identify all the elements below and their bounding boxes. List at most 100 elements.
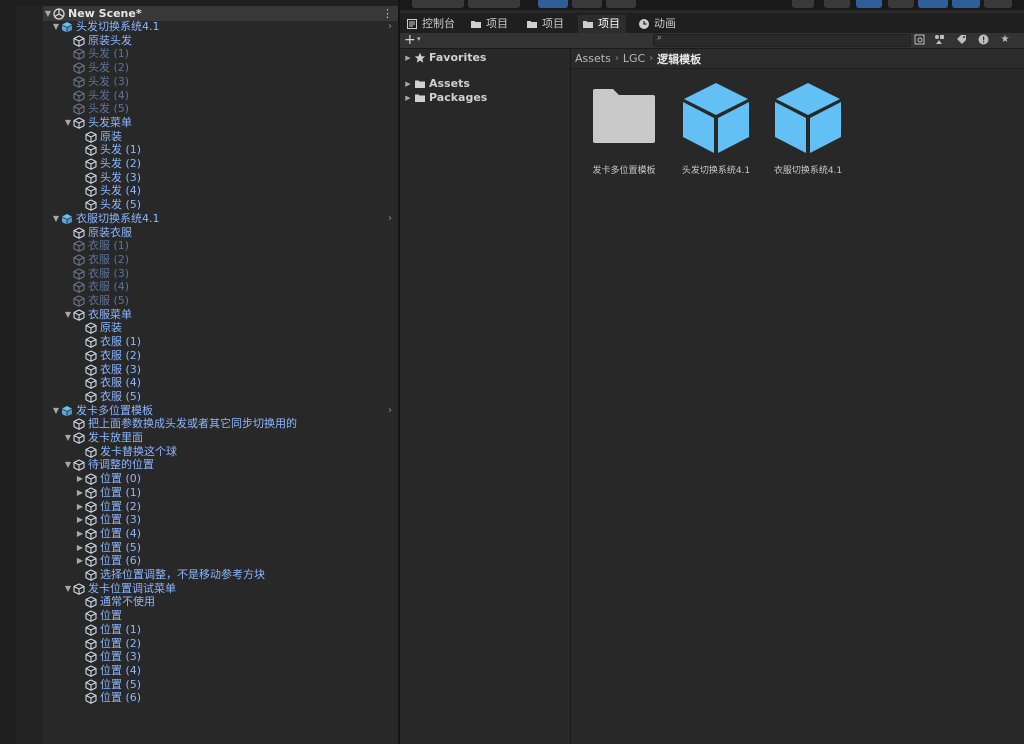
prefab-open-chevron-icon[interactable]: ›: [388, 212, 392, 226]
hierarchy-menu-icon[interactable]: ⋮: [382, 7, 393, 21]
hierarchy-row[interactable]: 发卡替换这个球: [75, 445, 398, 459]
hierarchy-row[interactable]: ▼ 头发切换系统4.1 ›: [51, 20, 398, 34]
hierarchy-row[interactable]: 原装衣服: [63, 226, 398, 240]
prefab-open-chevron-icon[interactable]: ›: [388, 404, 392, 418]
toolbar-grid-button[interactable]: [606, 0, 636, 8]
hierarchy-row[interactable]: 衣服 (4): [75, 376, 398, 390]
hierarchy-row[interactable]: 位置 (5): [75, 678, 398, 692]
hierarchy-row[interactable]: 头发 (1): [63, 47, 398, 61]
hierarchy-row[interactable]: ▼ 头发菜单: [63, 116, 398, 130]
hierarchy-row[interactable]: 头发 (3): [75, 171, 398, 185]
hierarchy-row[interactable]: 衣服 (3): [63, 267, 398, 281]
add-button[interactable]: +: [404, 32, 416, 48]
expand-arrow-icon[interactable]: ▼: [51, 404, 61, 418]
hierarchy-row[interactable]: ▶ 位置 (0): [75, 472, 398, 486]
project-tree-item-packages[interactable]: ▶ Packages: [402, 91, 487, 105]
expand-arrow-icon[interactable]: ▶: [75, 486, 85, 500]
hierarchy-row[interactable]: 衣服 (1): [75, 335, 398, 349]
tab-5[interactable]: 动画: [634, 15, 682, 33]
toolbar-increment-button[interactable]: [572, 0, 602, 8]
project-tree-item-favorites[interactable]: ▶ Favorites: [402, 51, 486, 65]
hierarchy-row[interactable]: 头发 (1): [75, 143, 398, 157]
prefab-open-chevron-icon[interactable]: ›: [388, 20, 392, 34]
expand-arrow-icon[interactable]: ▶: [75, 472, 85, 486]
hierarchy-row[interactable]: 原装: [75, 321, 398, 335]
hierarchy-row[interactable]: 位置: [75, 609, 398, 623]
toolbar-fx-button[interactable]: [918, 0, 948, 8]
expand-arrow-icon[interactable]: ▼: [63, 308, 73, 322]
filter-by-type-icon[interactable]: [932, 34, 946, 46]
hierarchy-row[interactable]: ▶ 位置 (2): [75, 500, 398, 514]
breadcrumb-item[interactable]: 逻辑模板: [657, 51, 701, 67]
hierarchy-row[interactable]: ▼ 待调整的位置: [63, 458, 398, 472]
hierarchy-row[interactable]: ▶ 位置 (1): [75, 486, 398, 500]
hierarchy-row[interactable]: 头发 (3): [63, 75, 398, 89]
hierarchy-row[interactable]: ▼ 衣服菜单: [63, 308, 398, 322]
hierarchy-row[interactable]: 原装: [75, 130, 398, 144]
asset-item[interactable]: 衣服切换系统4.1: [765, 81, 851, 176]
expand-arrow-icon[interactable]: ▶: [75, 554, 85, 568]
hierarchy-row[interactable]: ▼ 发卡多位置模板 ›: [51, 404, 398, 418]
breadcrumb-item[interactable]: Assets: [575, 52, 611, 65]
toolbar-pivot-button[interactable]: [412, 0, 464, 8]
asset-item[interactable]: 发卡多位置模板: [581, 81, 667, 176]
tab-3[interactable]: 项目: [522, 15, 570, 33]
hierarchy-row[interactable]: 衣服 (5): [63, 294, 398, 308]
hierarchy-row[interactable]: 把上面参数换成头发或者其它同步切换用的: [63, 417, 398, 431]
tab-1[interactable]: 控制台: [402, 15, 461, 33]
toolbar-visibility-button[interactable]: [952, 0, 980, 8]
favorite-star-icon[interactable]: ★: [998, 34, 1012, 46]
breadcrumb-item[interactable]: LGC: [623, 52, 645, 65]
expand-arrow-icon[interactable]: ▼: [63, 116, 73, 130]
hierarchy-row[interactable]: 位置 (6): [75, 691, 398, 705]
expand-arrow-icon[interactable]: ▼: [51, 20, 61, 34]
expand-arrow-icon[interactable]: ▶: [402, 77, 414, 91]
hierarchy-row[interactable]: 位置 (1): [75, 623, 398, 637]
hierarchy-row[interactable]: ▼ 发卡位置调试菜单: [63, 582, 398, 596]
project-tree-item-assets[interactable]: ▶ Assets: [402, 77, 470, 91]
toolbar-grid-snap-button[interactable]: [538, 0, 568, 8]
expand-arrow-icon[interactable]: ▶: [75, 513, 85, 527]
hierarchy-row[interactable]: 衣服 (1): [63, 239, 398, 253]
asset-item[interactable]: 头发切换系统4.1: [673, 81, 759, 176]
toolbar-global-button[interactable]: [468, 0, 520, 8]
hierarchy-row[interactable]: 头发 (4): [75, 184, 398, 198]
hierarchy-row[interactable]: 通常不使用: [75, 595, 398, 609]
toolbar-camera-button[interactable]: [984, 0, 1012, 8]
hierarchy-row[interactable]: ▼ 发卡放里面: [63, 431, 398, 445]
toolbar-light-button[interactable]: [856, 0, 882, 8]
hierarchy-row[interactable]: 头发 (2): [75, 157, 398, 171]
hierarchy-row[interactable]: 位置 (2): [75, 637, 398, 651]
tab-4[interactable]: 项目: [578, 15, 626, 33]
filter-by-label-icon[interactable]: [954, 34, 968, 46]
hierarchy-row[interactable]: 衣服 (5): [75, 390, 398, 404]
search-by-type-icon[interactable]: [912, 34, 926, 46]
scene-row[interactable]: ▼ New Scene* ⋮: [43, 6, 398, 21]
hierarchy-row[interactable]: ▶ 位置 (5): [75, 541, 398, 555]
search-input[interactable]: ⌕: [653, 33, 911, 47]
hierarchy-row[interactable]: 原装头发: [63, 34, 398, 48]
hierarchy-row[interactable]: ▶ 位置 (4): [75, 527, 398, 541]
tab-2[interactable]: 项目: [466, 15, 514, 33]
toolbar-2d-button[interactable]: [824, 0, 850, 8]
expand-arrow-icon[interactable]: ▶: [75, 500, 85, 514]
hierarchy-row[interactable]: 头发 (4): [63, 89, 398, 103]
expand-arrow-icon[interactable]: ▶: [402, 91, 414, 105]
hierarchy-row[interactable]: 头发 (5): [63, 102, 398, 116]
hierarchy-row[interactable]: 衣服 (2): [63, 253, 398, 267]
expand-arrow-icon[interactable]: ▼: [63, 582, 73, 596]
hierarchy-row[interactable]: 头发 (5): [75, 198, 398, 212]
expand-arrow-icon[interactable]: ▶: [402, 51, 414, 65]
toolbar-audio-button[interactable]: [888, 0, 914, 8]
hierarchy-row[interactable]: ▶ 位置 (3): [75, 513, 398, 527]
hierarchy-row[interactable]: 衣服 (3): [75, 363, 398, 377]
expand-arrow-icon[interactable]: ▼: [63, 458, 73, 472]
expand-arrow-icon[interactable]: ▼: [63, 431, 73, 445]
toolbar-undo-button[interactable]: [792, 0, 814, 8]
hierarchy-row[interactable]: ▼ 衣服切换系统4.1 ›: [51, 212, 398, 226]
expand-arrow-icon[interactable]: ▼: [43, 7, 53, 21]
hierarchy-row[interactable]: 位置 (4): [75, 664, 398, 678]
expand-arrow-icon[interactable]: ▶: [75, 541, 85, 555]
hierarchy-row[interactable]: 选择位置调整，不是移动参考方块: [75, 568, 398, 582]
hierarchy-row[interactable]: 头发 (2): [63, 61, 398, 75]
